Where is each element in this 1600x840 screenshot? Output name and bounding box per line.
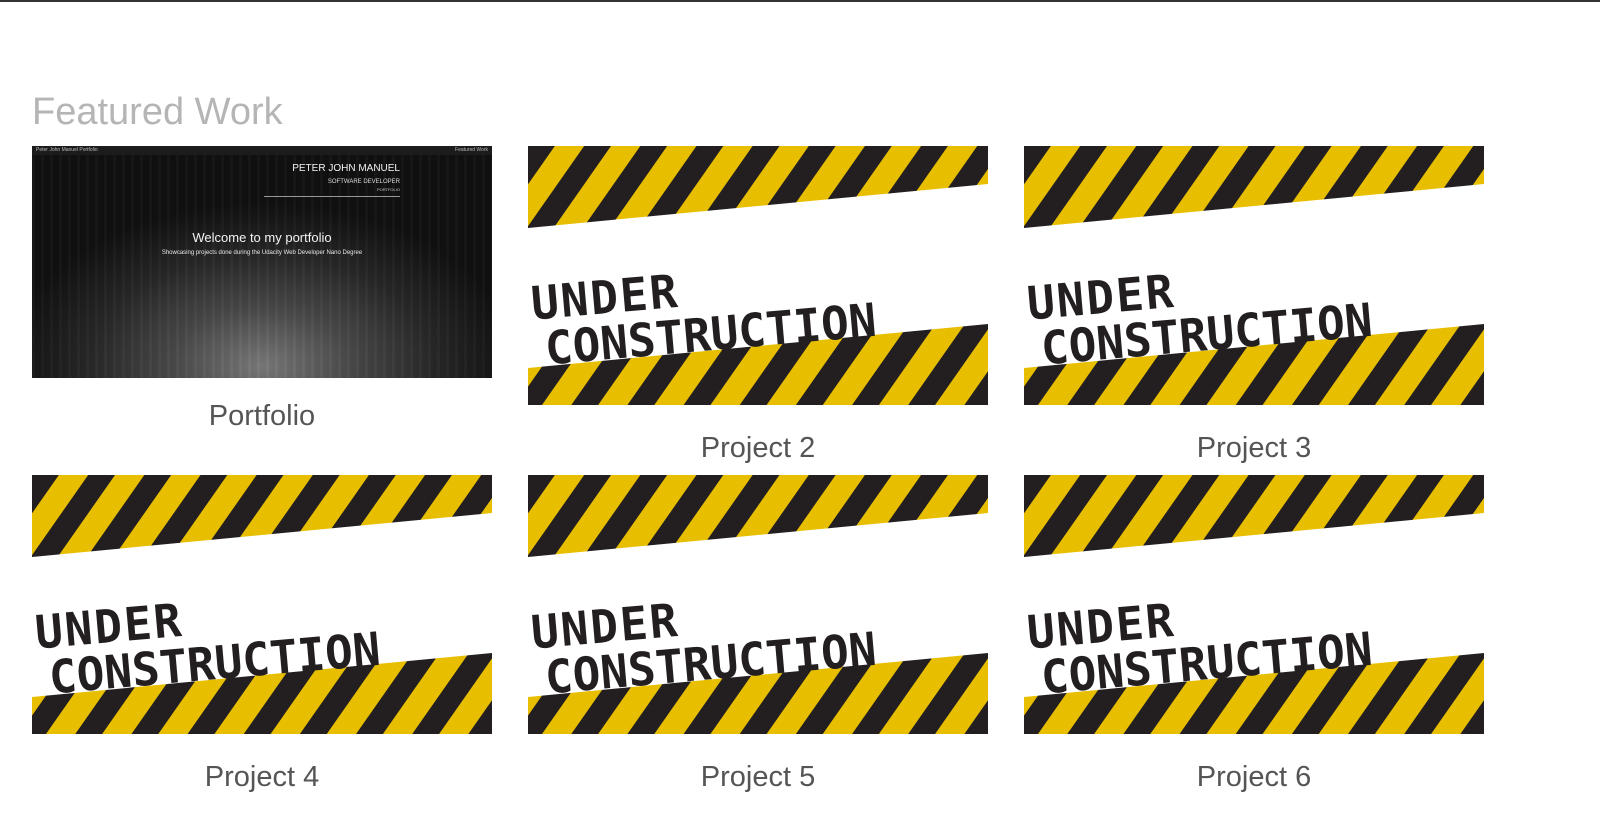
thumbnail-divider <box>264 196 400 197</box>
under-construction-image: UNDER CONSTRUCTION <box>528 146 988 405</box>
project-caption[interactable]: Project 4 <box>32 761 492 794</box>
project-card-2[interactable]: UNDER CONSTRUCTION Project 2 <box>528 146 988 465</box>
project-card-portfolio[interactable]: Peter John Manuel Portfolio Featured Wor… <box>32 146 492 433</box>
thumbnail-nav-brand: Peter John Manuel Portfolio <box>36 147 98 153</box>
under-construction-image: UNDER CONSTRUCTION <box>1024 146 1484 405</box>
project-thumbnail[interactable]: UNDER CONSTRUCTION <box>32 475 492 739</box>
project-card-6[interactable]: UNDER CONSTRUCTION Project 6 <box>1024 475 1484 794</box>
under-construction-image: UNDER CONSTRUCTION <box>32 475 492 734</box>
project-card-3[interactable]: UNDER CONSTRUCTION Project 3 <box>1024 146 1484 465</box>
thumbnail-name: PETER JOHN MANUEL <box>292 163 400 174</box>
thumbnail-role: SOFTWARE DEVELOPER <box>327 179 400 185</box>
project-caption[interactable]: Project 3 <box>1024 432 1484 465</box>
under-construction-image: UNDER CONSTRUCTION <box>528 475 988 734</box>
thumbnail-nav-link: Featured Work <box>455 147 488 153</box>
thumbnail-navbar: Peter John Manuel Portfolio Featured Wor… <box>32 146 492 155</box>
project-thumbnail[interactable]: UNDER CONSTRUCTION <box>1024 475 1484 739</box>
project-caption[interactable]: Project 5 <box>528 761 988 794</box>
thumbnail-welcome: Welcome to my portfolio <box>192 230 332 245</box>
thumbnail-subtitle: PORTFOLIO <box>376 187 400 192</box>
under-construction-image: UNDER CONSTRUCTION <box>1024 475 1484 734</box>
section-title: Featured Work <box>32 91 283 133</box>
project-caption[interactable]: Project 2 <box>528 432 988 465</box>
project-caption[interactable]: Portfolio <box>32 400 492 433</box>
project-thumbnail[interactable]: Peter John Manuel Portfolio Featured Wor… <box>32 146 492 378</box>
project-caption[interactable]: Project 6 <box>1024 761 1484 794</box>
header-bottom-border <box>0 0 1600 2</box>
project-thumbnail[interactable]: UNDER CONSTRUCTION <box>528 475 988 739</box>
project-card-5[interactable]: UNDER CONSTRUCTION Project 5 <box>528 475 988 794</box>
thumbnail-tagline: Showcasing projects done during the Udac… <box>161 250 363 256</box>
project-card-4[interactable]: UNDER CONSTRUCTION Project 4 <box>32 475 492 794</box>
project-thumbnail[interactable]: UNDER CONSTRUCTION <box>528 146 988 410</box>
project-thumbnail[interactable]: UNDER CONSTRUCTION <box>1024 146 1484 410</box>
